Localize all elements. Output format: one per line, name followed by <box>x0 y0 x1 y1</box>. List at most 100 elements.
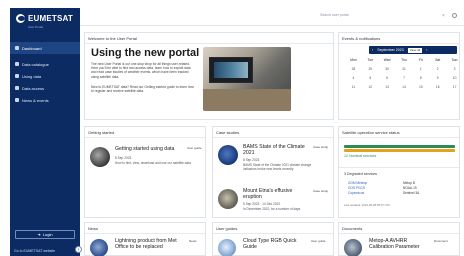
welcome-header: Welcome to the User Portal <box>88 36 137 41</box>
data-access-icon <box>15 86 19 90</box>
calendar-day[interactable]: 31 <box>396 67 413 71</box>
service-link[interactable]: GOM Meteop <box>348 181 367 185</box>
document-thumbnail <box>344 239 362 256</box>
sidebar-item-using-data[interactable]: Using data <box>10 70 80 82</box>
case-studies-card: Case studies BAMS State of the Climate 2… <box>212 126 334 218</box>
document-title[interactable]: Metop-A AVHRR Calibration Parameter <box>369 238 431 250</box>
sidebar-item-data-catalogue[interactable]: Data catalogue <box>10 58 80 70</box>
document-tag: Document <box>434 239 448 243</box>
search-icon[interactable] <box>452 13 457 18</box>
sidebar-item-data-access[interactable]: Data access <box>10 82 80 94</box>
welcome-image <box>203 47 291 111</box>
calendar-day[interactable]: 16 <box>429 85 446 89</box>
case-study-date: 8 Sep 2023 <box>243 158 260 162</box>
nominal-bar <box>344 145 455 148</box>
service-link[interactable]: Copernicus <box>348 191 364 195</box>
degraded-services[interactable]: 3 Degraded services <box>344 172 377 176</box>
service-link[interactable]: GOS PGCS <box>348 186 365 190</box>
weekday: Wed <box>383 58 391 62</box>
calendar-day[interactable]: 28 <box>345 67 362 71</box>
calendar-day[interactable]: 11 <box>345 85 362 89</box>
case-study-tag: Case study <box>313 189 329 193</box>
divider <box>213 233 333 234</box>
getting-started-title[interactable]: Getting started using data <box>115 146 187 152</box>
sidebar-item-label: Data catalogue <box>22 61 49 67</box>
search-input[interactable]: Search user portal <box>320 13 440 21</box>
getting-started-guide-link[interactable]: New to EUMETSAT data? Read our Getting s… <box>91 85 196 93</box>
calendar-view-select[interactable]: View all <box>407 47 423 53</box>
divider <box>85 233 205 234</box>
calendar-day[interactable]: 10 <box>446 76 463 80</box>
login-button[interactable]: ➔ Login <box>15 230 75 239</box>
calendar-next-icon[interactable]: › <box>426 48 427 52</box>
logo-tagline: User Portal <box>28 25 44 29</box>
sidebar: EUMETSAT User Portal Dashboard Data cata… <box>10 8 82 256</box>
collapse-sidebar-button[interactable]: ‹ <box>75 246 82 253</box>
divider <box>339 43 459 44</box>
last-updated: Last updated: 2023-09-08 08:07 UTC <box>344 203 391 207</box>
getting-started-tag: User guide <box>187 146 202 150</box>
calendar-day[interactable]: 1 <box>412 67 429 71</box>
getting-started-thumbnail <box>90 147 110 167</box>
sidebar-nav: Dashboard Data catalogue Using data Data… <box>10 42 80 106</box>
divider <box>339 137 459 138</box>
calendar-day[interactable]: 4 <box>345 76 362 80</box>
calendar-day[interactable]: 15 <box>412 85 429 89</box>
welcome-text: The new User Portal is our one-stop shop… <box>91 62 191 79</box>
welcome-title: Using the new portal <box>91 47 200 59</box>
divider <box>85 43 333 44</box>
getting-started-date: 8 Sep 2023 <box>115 156 132 160</box>
satellite-status-card: Satellite operation service status 12 No… <box>338 126 460 218</box>
case-study-thumbnail <box>218 189 238 209</box>
calendar-day[interactable]: 6 <box>379 76 396 80</box>
nominal-services[interactable]: 12 Nominal services <box>344 154 376 158</box>
calendar-day[interactable]: 12 <box>362 85 379 89</box>
sidebar-item-label: News & events <box>22 97 49 103</box>
degraded-bar <box>344 149 455 152</box>
news-icon <box>15 98 19 102</box>
sidebar-item-label: Dashboard <box>22 45 42 51</box>
service-link[interactable]: NOAA-19 <box>403 186 417 190</box>
welcome-card: Welcome to the User Portal Using the new… <box>84 32 334 120</box>
case-study-desc: BAMS State of the Climate 2021 climate c… <box>243 163 312 171</box>
weekday: Tue <box>367 58 374 62</box>
calendar-day[interactable]: 9 <box>429 76 446 80</box>
eumetsat-logo[interactable]: EUMETSAT <box>16 14 73 23</box>
getting-started-card: Getting started Getting started using da… <box>84 126 206 218</box>
calendar-day[interactable]: 13 <box>379 85 396 89</box>
getting-started-desc: How to find, view, download and use our … <box>115 161 191 165</box>
calendar-prev-icon[interactable]: ‹ <box>372 48 373 52</box>
calendar-day[interactable]: 29 <box>362 67 379 71</box>
user-guide-title[interactable]: Cloud Type RGB Quick Guide <box>243 238 307 250</box>
events-card: Events & notifications ‹ September 2023 … <box>338 32 460 120</box>
sidebar-item-dashboard[interactable]: Dashboard <box>10 42 80 54</box>
calendar-grid: Mon Tue Wed Thu Fri Sat Sun 28 29 30 31 … <box>345 58 463 89</box>
calendar-day[interactable]: 7 <box>396 76 413 80</box>
calendar-day[interactable]: 8 <box>412 76 429 80</box>
calendar-day[interactable]: 14 <box>396 85 413 89</box>
service-link[interactable]: Metop B <box>403 181 415 185</box>
calendar-day[interactable]: 3 <box>446 67 463 71</box>
case-study-title[interactable]: BAMS State of the Climate 2021 <box>243 144 307 156</box>
sidebar-item-news-events[interactable]: News & events <box>10 94 80 106</box>
calendar-day[interactable]: 17 <box>446 85 463 89</box>
top-bar: Search user portal × <box>80 8 464 26</box>
calendar-day[interactable]: 5 <box>362 76 379 80</box>
monitor-shape <box>209 57 253 83</box>
calendar-month: September 2023 <box>377 48 404 52</box>
satellite-status-header: Satellite operation service status <box>342 130 400 135</box>
logo-mark-icon <box>16 14 25 23</box>
clear-search-icon[interactable]: × <box>442 13 445 19</box>
events-header: Events & notifications <box>342 36 381 41</box>
calendar-day[interactable]: 30 <box>379 67 396 71</box>
news-title[interactable]: Lightning product from Met Office to be … <box>115 238 185 250</box>
sidebar-item-label: Data access <box>22 85 45 91</box>
calendar-header: ‹ September 2023 View all › <box>369 46 457 54</box>
divider <box>85 137 205 138</box>
case-study-title[interactable]: Mount Etna's effusive eruption <box>243 188 307 200</box>
calendar-day[interactable]: 2 <box>429 67 446 71</box>
weekday: Mon <box>350 58 357 62</box>
eumetsat-website-link[interactable]: Go to EUMETSAT website <box>14 249 55 253</box>
service-link[interactable]: Sentinel 3A <box>403 191 419 195</box>
case-study-tag: Case study <box>313 145 329 149</box>
